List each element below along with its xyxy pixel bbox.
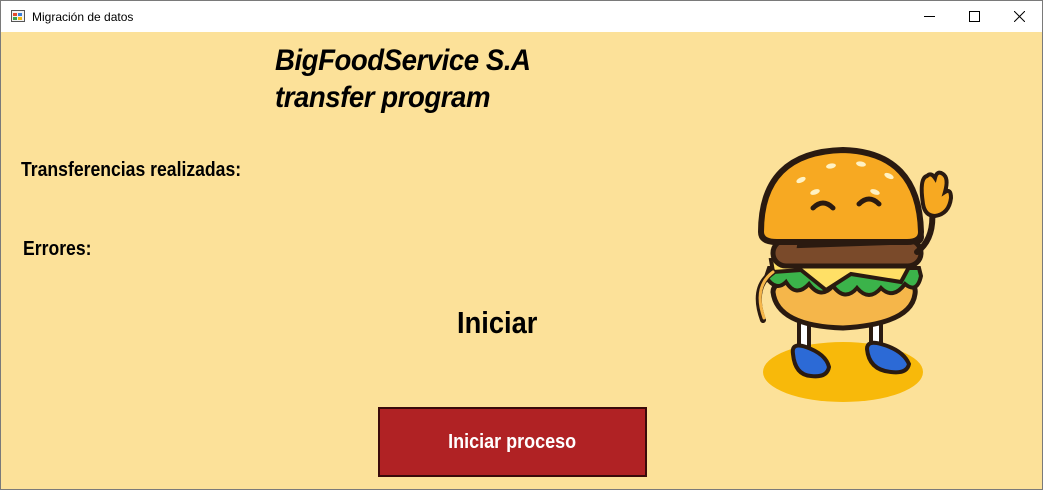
start-process-button[interactable]: Iniciar proceso: [378, 407, 647, 477]
app-window-icon: [11, 10, 25, 22]
brand-title-line-1: BigFoodService S.A: [275, 44, 531, 77]
errors-label: Errores:: [23, 238, 92, 260]
minimize-button[interactable]: [907, 1, 953, 32]
maximize-icon: [969, 11, 980, 22]
main-content: BigFoodService S.A transfer program Tran…: [1, 32, 1042, 489]
brand-title-line-2: transfer program: [275, 81, 491, 114]
transfers-label: Transferencias realizadas:: [21, 159, 242, 181]
start-process-button-label: Iniciar proceso: [448, 430, 577, 453]
close-icon: [1014, 11, 1025, 22]
close-button[interactable]: [997, 1, 1042, 32]
minimize-icon: [924, 16, 935, 17]
maximize-button[interactable]: [952, 1, 998, 32]
title-bar[interactable]: Migración de datos: [1, 1, 1042, 32]
app-window: Migración de datos BigFoodService S.A tr…: [0, 0, 1043, 490]
brand-title: BigFoodService S.A transfer program: [275, 42, 531, 116]
window-title: Migración de datos: [32, 10, 134, 24]
status-label: Iniciar: [457, 305, 538, 340]
burger-mascot-icon: [755, 146, 954, 402]
